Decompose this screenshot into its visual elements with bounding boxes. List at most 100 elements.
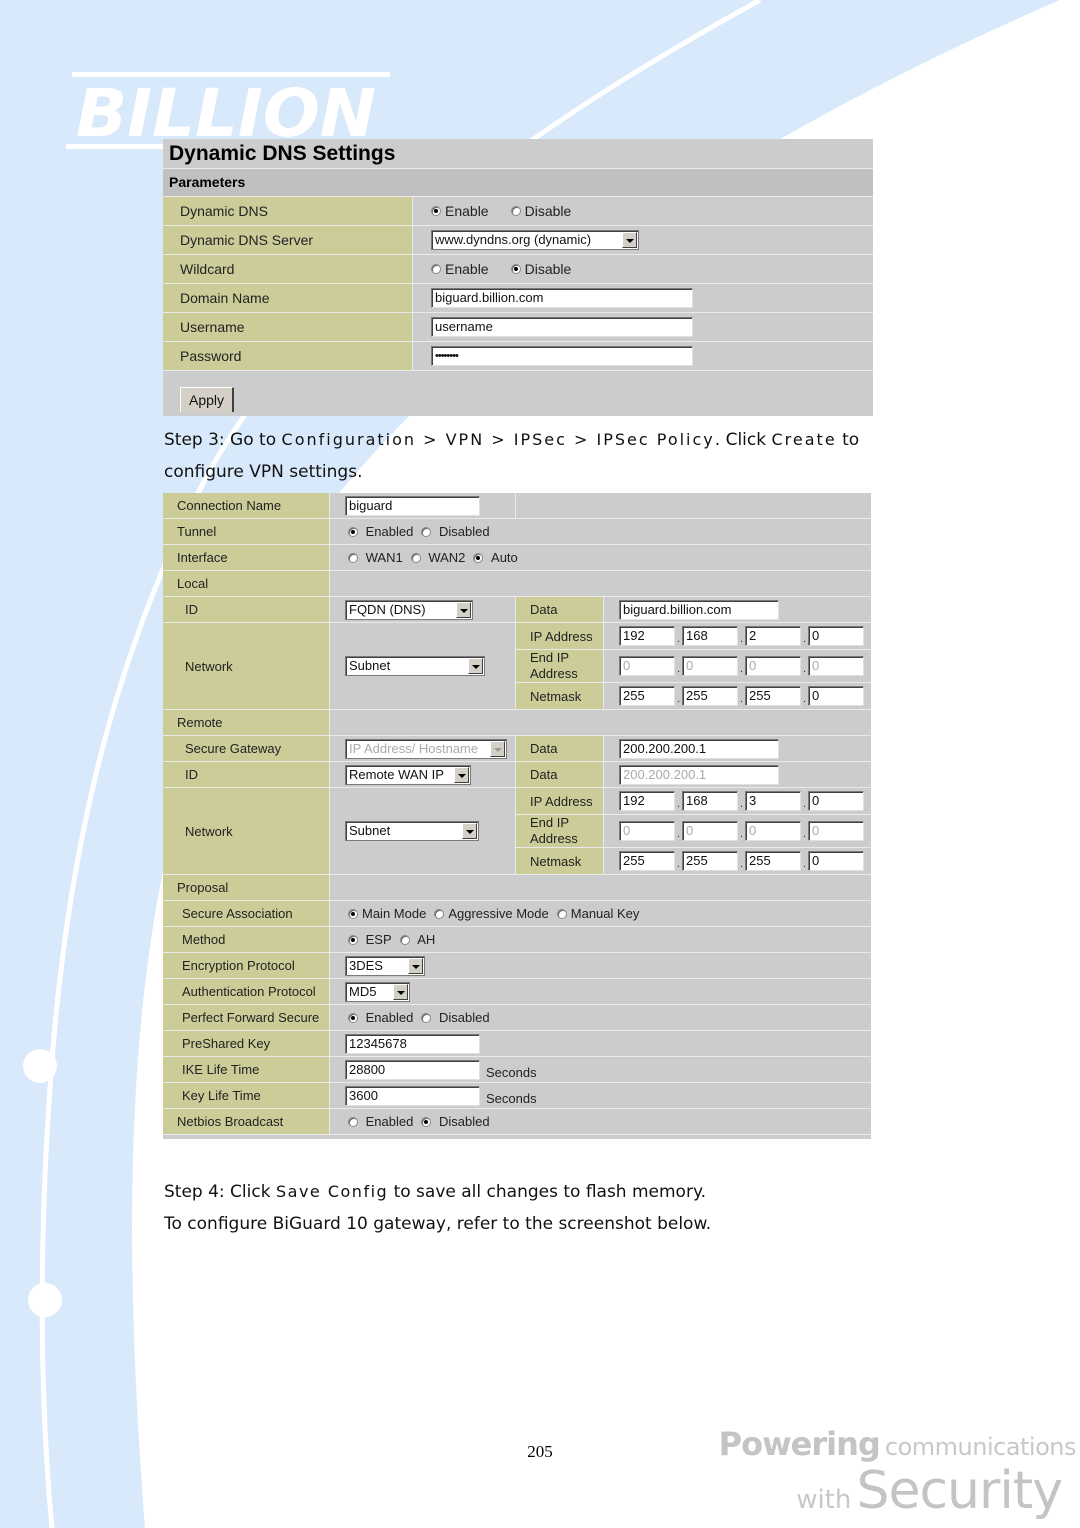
field-label: Data bbox=[516, 597, 604, 622]
domain-name-input[interactable]: biguard.billion.com bbox=[431, 288, 693, 308]
pfs-disabled-radio[interactable]: Disabled bbox=[421, 1010, 490, 1025]
local-netmask-octet-3[interactable]: 255 bbox=[745, 686, 801, 706]
remote-end-ip-octet-2[interactable]: 0 bbox=[682, 821, 738, 841]
dns-server-select[interactable]: www.dyndns.org (dynamic) bbox=[431, 230, 639, 250]
radio-unchecked-icon bbox=[421, 526, 432, 537]
radio-unchecked-icon bbox=[556, 908, 567, 919]
local-netmask-octet-1[interactable]: 255 bbox=[619, 686, 675, 706]
radio-checked-icon bbox=[348, 1012, 358, 1023]
remote-ip-octet-1[interactable]: 192 bbox=[619, 791, 675, 811]
field-label: Dynamic DNS bbox=[163, 197, 413, 225]
local-ip-octet-3[interactable]: 2 bbox=[745, 626, 801, 646]
local-end-ip-row: End IP Address 0. 0. 0. 0 bbox=[516, 650, 871, 683]
dns-server-row: Dynamic DNS Server www.dyndns.org (dynam… bbox=[163, 226, 873, 255]
method-ah-radio[interactable]: AH bbox=[399, 932, 435, 947]
radio-checked-icon bbox=[348, 526, 358, 537]
remote-end-ip-row: End IP Address 0. 0. 0. 0 bbox=[516, 815, 871, 848]
save-config-action: Save Config bbox=[275, 1182, 389, 1201]
aggressive-mode-radio[interactable]: Aggressive Mode bbox=[434, 906, 549, 921]
field-label: Netmask bbox=[516, 848, 604, 874]
dynamic-dns-panel: Dynamic DNS Settings Parameters Dynamic … bbox=[163, 139, 873, 416]
remote-end-ip-octet-3[interactable]: 0 bbox=[745, 821, 801, 841]
method-esp-radio[interactable]: ESP bbox=[348, 932, 392, 947]
local-id-data-input[interactable]: biguard.billion.com bbox=[619, 599, 779, 620]
remote-ip-octet-4[interactable]: 0 bbox=[808, 791, 864, 811]
remote-ip-octet-3[interactable]: 3 bbox=[745, 791, 801, 811]
dynamic-dns-disable-radio[interactable]: Disable bbox=[510, 203, 571, 219]
field-label: Network bbox=[163, 788, 330, 874]
remote-network-type-select[interactable]: Subnet bbox=[345, 821, 479, 841]
key-life-time-input[interactable]: 3600 bbox=[345, 1085, 480, 1106]
remote-id-data-input[interactable]: 200.200.200.1 bbox=[619, 764, 779, 785]
local-ip-octet-1[interactable]: 192 bbox=[619, 626, 675, 646]
remote-netmask-octet-3[interactable]: 255 bbox=[745, 851, 801, 871]
remote-netmask-octet-2[interactable]: 255 bbox=[682, 851, 738, 871]
secure-gateway-data-input[interactable]: 200.200.200.1 bbox=[619, 738, 779, 759]
pfs-row: Perfect Forward Secure Enabled Disabled bbox=[163, 1005, 871, 1031]
tagline: Powering communications with Security bbox=[718, 1425, 1077, 1521]
field-label: Netmask bbox=[516, 683, 604, 709]
field-label: Domain Name bbox=[163, 284, 413, 312]
unit-label: Seconds bbox=[486, 1091, 537, 1106]
local-netmask-octet-2[interactable]: 255 bbox=[682, 686, 738, 706]
remote-netmask-octet-1[interactable]: 255 bbox=[619, 851, 675, 871]
field-label: Key Life Time bbox=[163, 1083, 330, 1108]
username-input[interactable]: username bbox=[431, 317, 693, 337]
local-end-ip-octet-2[interactable]: 0 bbox=[682, 656, 738, 676]
preshared-key-input[interactable]: 12345678 bbox=[345, 1033, 480, 1054]
field-label: Dynamic DNS Server bbox=[163, 226, 413, 254]
local-id-type-select[interactable]: FQDN (DNS) bbox=[345, 599, 473, 620]
secure-association-row: Secure Association Main Mode Aggressive … bbox=[163, 901, 871, 927]
remote-end-ip-octet-4[interactable]: 0 bbox=[808, 821, 864, 841]
vpn-policy-panel: Connection Name biguard Tunnel Enabled D… bbox=[163, 493, 871, 1139]
key-life-time-row: Key Life Time 3600 Seconds bbox=[163, 1083, 871, 1109]
wildcard-disable-radio[interactable]: Disable bbox=[510, 261, 571, 277]
local-end-ip-octet-3[interactable]: 0 bbox=[745, 656, 801, 676]
radio-checked-icon bbox=[348, 934, 358, 945]
interface-wan1-radio[interactable]: WAN1 bbox=[348, 550, 403, 565]
local-network-type-select[interactable]: Subnet bbox=[345, 656, 485, 676]
tunnel-disabled-radio[interactable]: Disabled bbox=[421, 524, 490, 539]
local-ip-row: IP Address 192. 168. 2. 0 bbox=[516, 623, 871, 650]
local-netmask-octet-4[interactable]: 0 bbox=[808, 686, 864, 706]
secure-gateway-type-select[interactable]: IP Address/ Hostname bbox=[345, 738, 507, 759]
panel-title: Dynamic DNS Settings bbox=[163, 139, 873, 169]
radio-unchecked-icon bbox=[510, 206, 521, 216]
remote-id-type-select[interactable]: Remote WAN IP bbox=[345, 764, 471, 785]
chevron-down-icon bbox=[408, 957, 423, 974]
pfs-enabled-radio[interactable]: Enabled bbox=[348, 1010, 413, 1025]
ike-life-time-input[interactable]: 28800 bbox=[345, 1059, 480, 1080]
chevron-down-icon bbox=[454, 766, 469, 783]
remote-netmask-octet-4[interactable]: 0 bbox=[808, 851, 864, 871]
password-input[interactable]: •••••••• bbox=[431, 346, 693, 366]
netbios-enabled-radio[interactable]: Enabled bbox=[348, 1114, 413, 1129]
preshared-key-row: PreShared Key 12345678 bbox=[163, 1031, 871, 1057]
remote-ip-octet-2[interactable]: 168 bbox=[682, 791, 738, 811]
chevron-down-icon bbox=[456, 601, 471, 618]
radio-checked-icon bbox=[348, 908, 358, 919]
dynamic-dns-enable-radio[interactable]: Enable bbox=[431, 203, 489, 219]
authentication-protocol-select[interactable]: MD5 bbox=[345, 981, 410, 1002]
local-ip-octet-4[interactable]: 0 bbox=[808, 626, 864, 646]
apply-button[interactable]: Apply bbox=[180, 387, 235, 412]
connection-name-input[interactable]: biguard bbox=[345, 495, 480, 516]
interface-auto-radio[interactable]: Auto bbox=[473, 550, 518, 565]
manual-key-radio[interactable]: Manual Key bbox=[556, 906, 639, 921]
radio-unchecked-icon bbox=[434, 908, 445, 919]
wildcard-row: Wildcard Enable Disable bbox=[163, 255, 873, 284]
field-label: Encryption Protocol bbox=[163, 953, 330, 978]
menu-path: Configuration > VPN > IPSec > IPSec Poli… bbox=[281, 430, 715, 449]
local-end-ip-octet-1[interactable]: 0 bbox=[619, 656, 675, 676]
wildcard-enable-radio[interactable]: Enable bbox=[431, 261, 489, 277]
netbios-disabled-radio[interactable]: Disabled bbox=[421, 1114, 490, 1129]
main-mode-radio[interactable]: Main Mode bbox=[348, 906, 426, 921]
local-ip-octet-2[interactable]: 168 bbox=[682, 626, 738, 646]
radio-checked-icon bbox=[473, 552, 484, 563]
interface-wan2-radio[interactable]: WAN2 bbox=[410, 550, 465, 565]
field-label: Secure Gateway bbox=[163, 736, 330, 761]
tunnel-enabled-radio[interactable]: Enabled bbox=[348, 524, 413, 539]
encryption-protocol-select[interactable]: 3DES bbox=[345, 955, 425, 976]
remote-end-ip-octet-1[interactable]: 0 bbox=[619, 821, 675, 841]
local-end-ip-octet-4[interactable]: 0 bbox=[808, 656, 864, 676]
radio-checked-icon bbox=[431, 206, 441, 216]
